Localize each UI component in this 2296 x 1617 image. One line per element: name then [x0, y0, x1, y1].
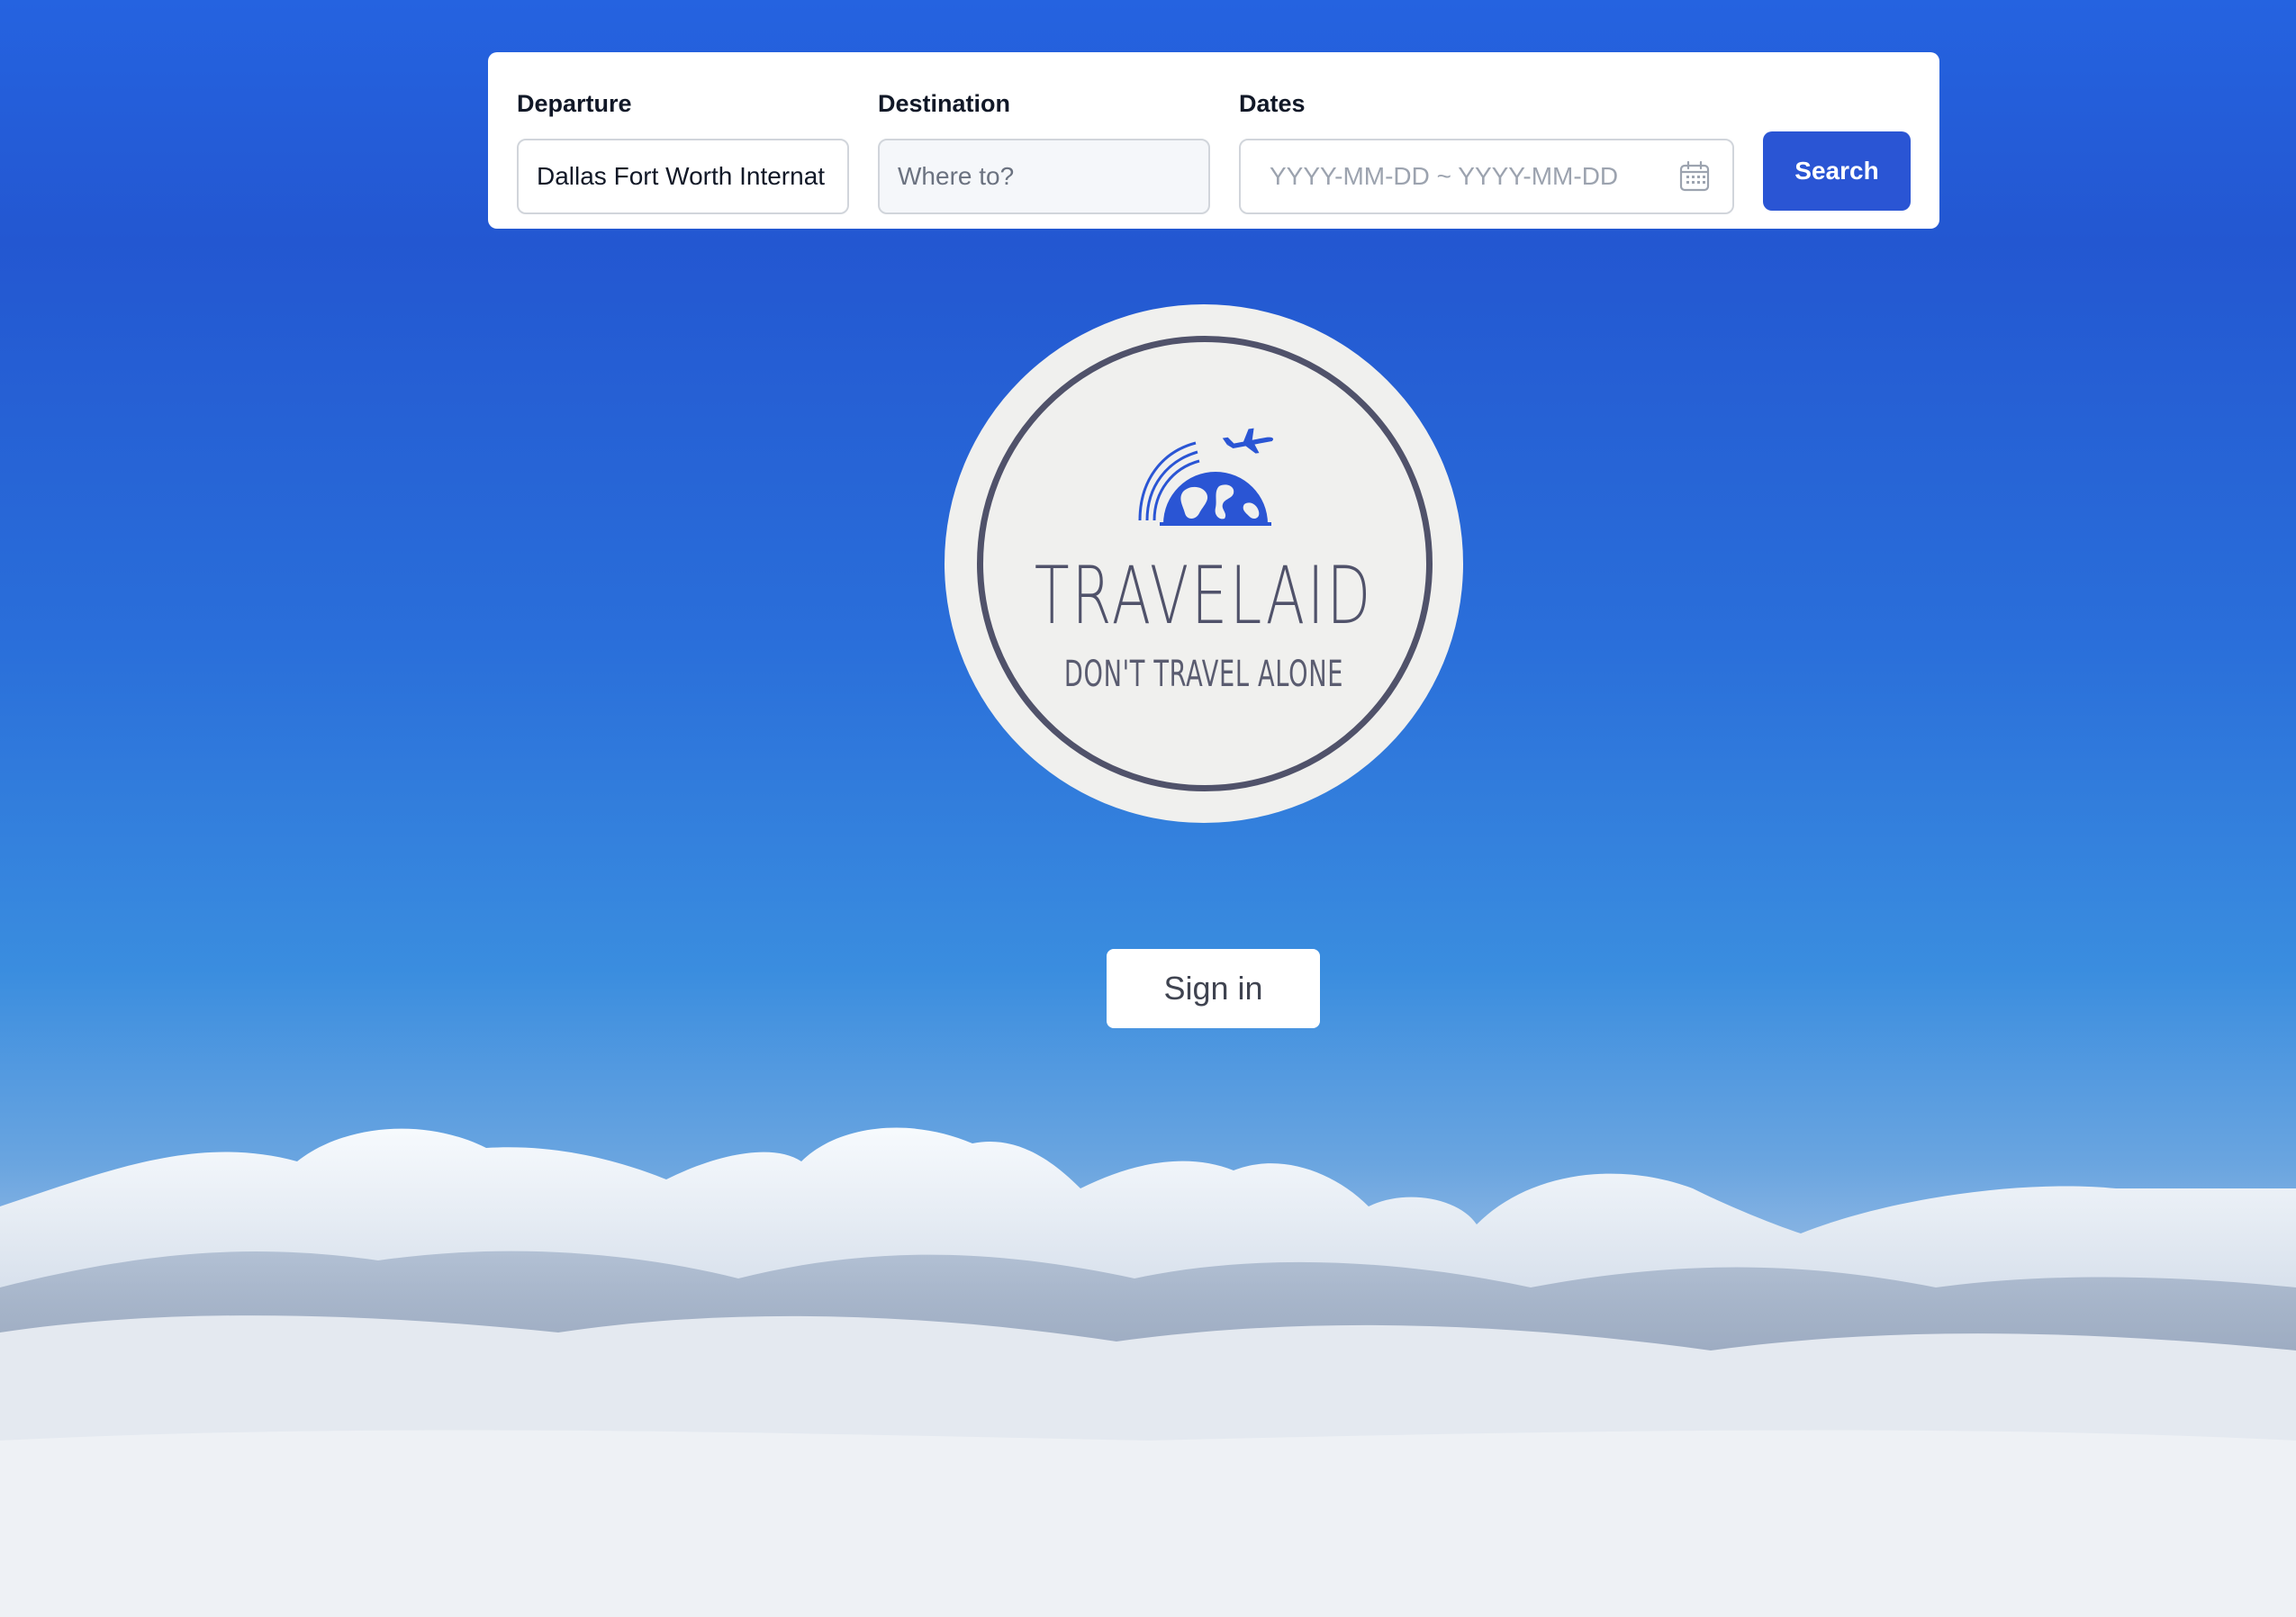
landing-page: Departure Dallas Fort Worth Internat Des… [0, 0, 2296, 1617]
destination-placeholder: Where to? [898, 162, 1015, 190]
logo-tagline: DON'T TRAVEL ALONE [1063, 654, 1344, 695]
dates-placeholder: YYYY-MM-DD ~ YYYY-MM-DD [1270, 162, 1619, 190]
dates-label: Dates [1239, 90, 1306, 117]
departure-input[interactable]: Dallas Fort Worth Internat [517, 139, 849, 214]
logo-title: TRAVELAID [1034, 549, 1374, 642]
signin-button[interactable]: Sign in [1107, 949, 1320, 1028]
departure-value: Dallas Fort Worth Internat [537, 162, 826, 190]
destination-input[interactable]: Where to? [878, 139, 1210, 214]
departure-label: Departure [517, 90, 632, 117]
dates-input[interactable]: YYYY-MM-DD ~ YYYY-MM-DD [1239, 139, 1734, 214]
search-button[interactable]: Search [1763, 131, 1911, 211]
globe-plane-icon [1138, 428, 1274, 526]
calendar-icon[interactable] [1678, 160, 1711, 193]
destination-label: Destination [878, 90, 1011, 117]
